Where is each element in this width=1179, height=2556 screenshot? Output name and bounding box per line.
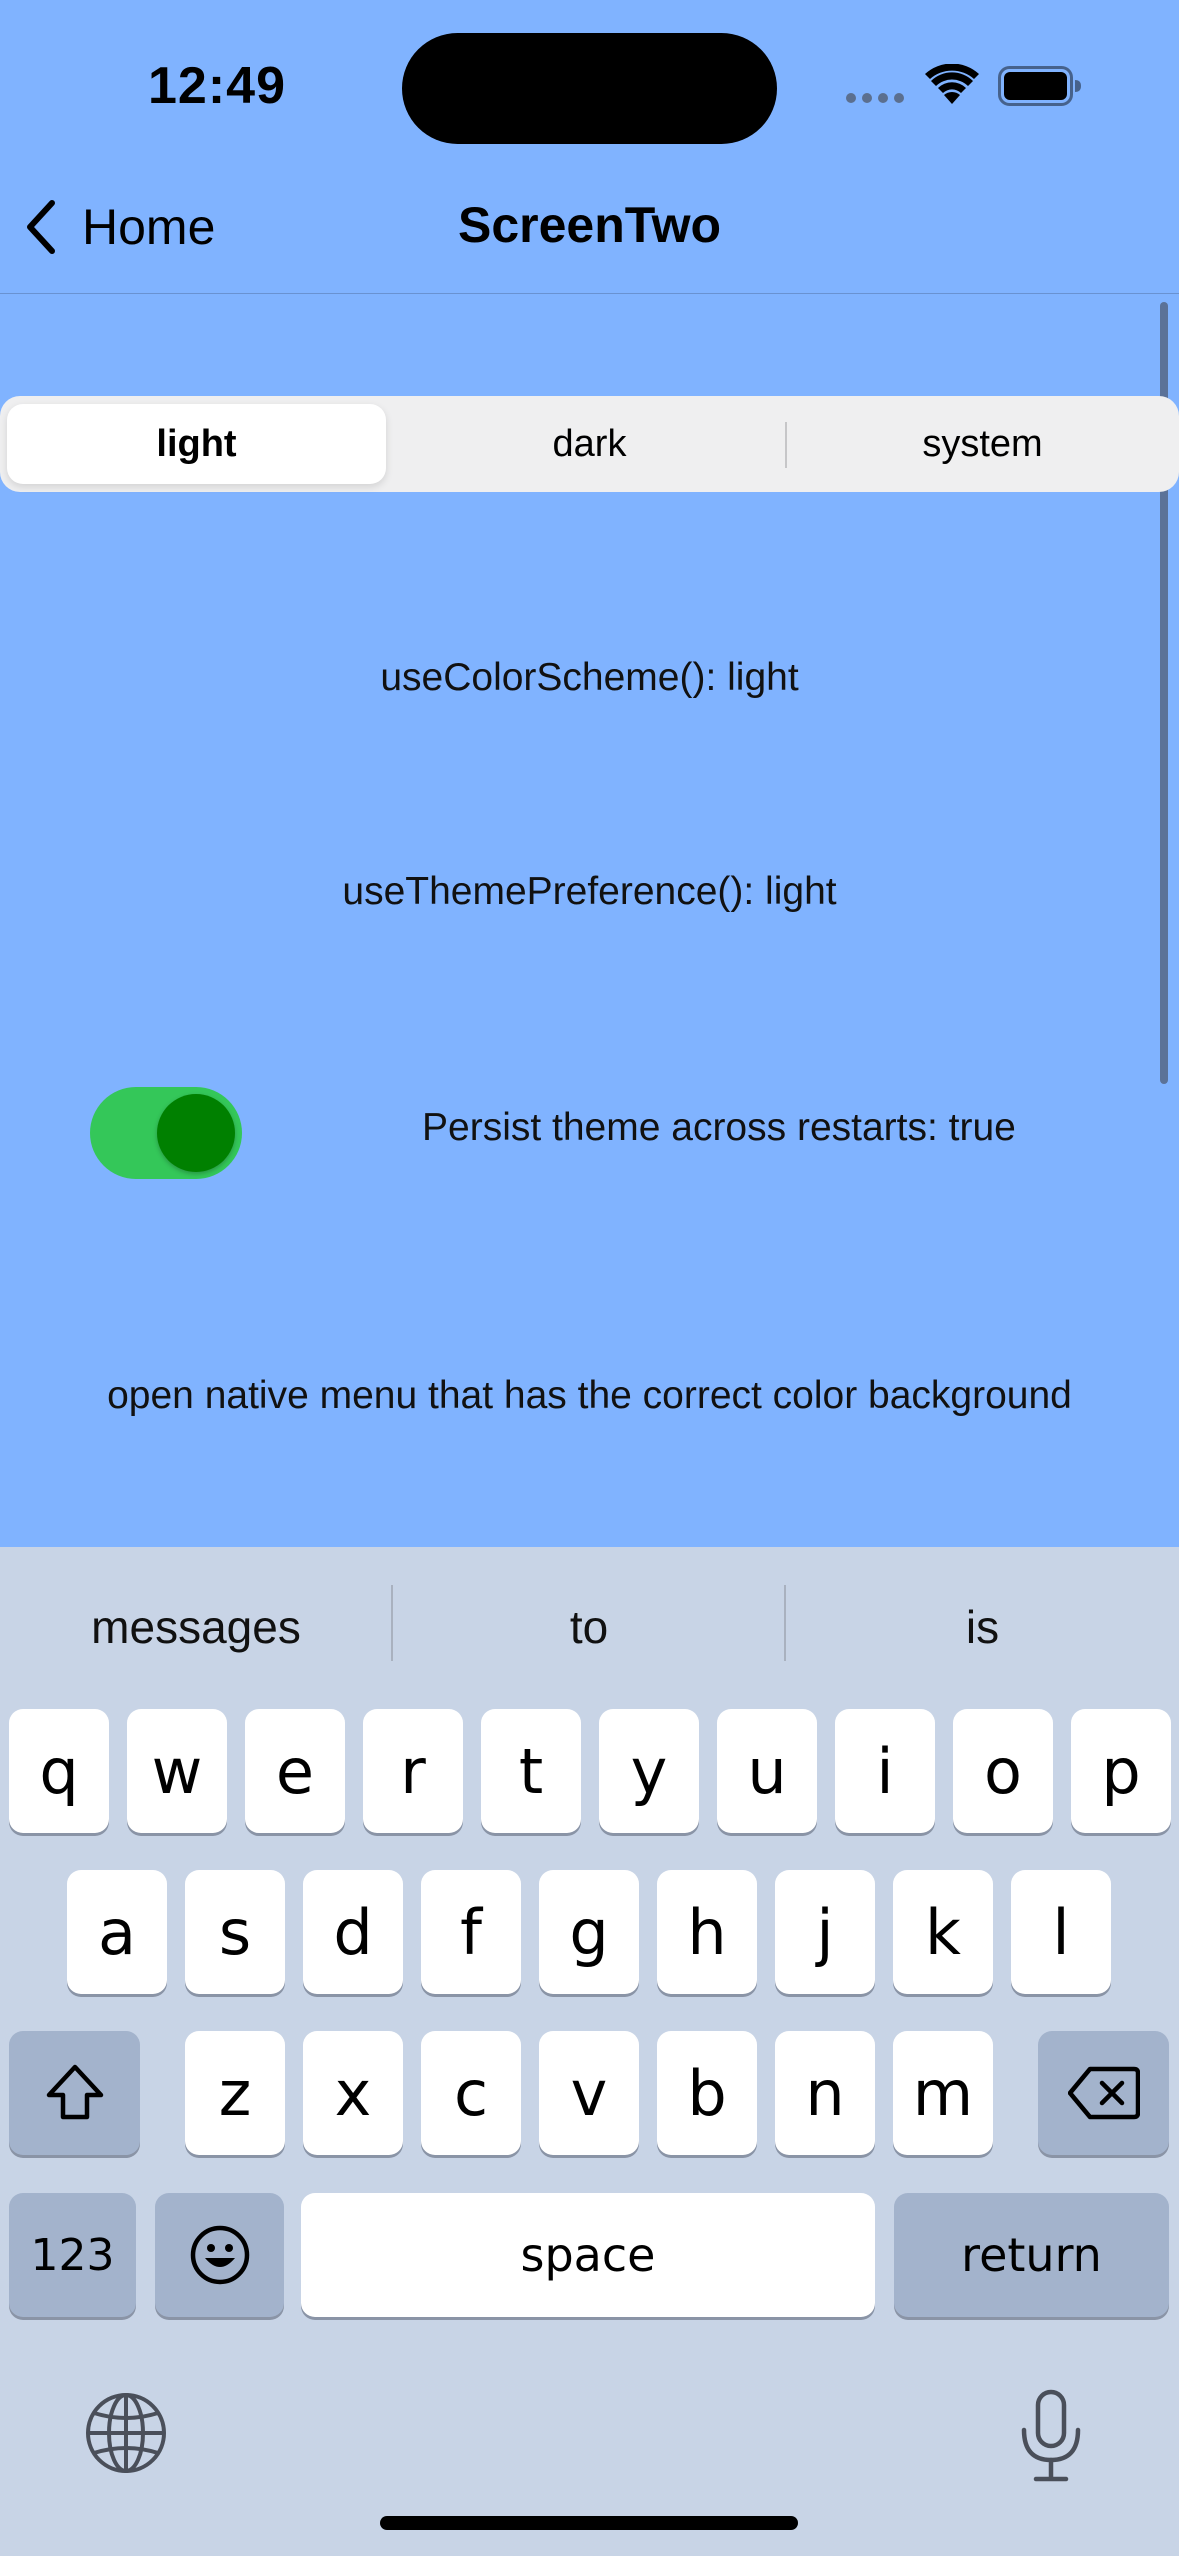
key-d[interactable]: d [303, 1870, 403, 1994]
shift-key[interactable] [9, 2031, 140, 2155]
key-a[interactable]: a [67, 1870, 167, 1994]
key-o[interactable]: o [953, 1709, 1053, 1833]
wifi-icon [925, 64, 979, 104]
key-n[interactable]: n [775, 2031, 875, 2155]
key-z[interactable]: z [185, 2031, 285, 2155]
backspace-icon [1067, 2066, 1140, 2120]
segment-system[interactable]: system [786, 396, 1179, 492]
numbers-key[interactable]: 123 [9, 2193, 136, 2317]
space-key[interactable]: space [301, 2193, 875, 2317]
suggestion-to[interactable]: to [393, 1587, 785, 1667]
nav-divider [0, 293, 1179, 294]
segment-dark[interactable]: dark [393, 396, 786, 492]
segment-light[interactable]: light [7, 404, 386, 484]
key-h[interactable]: h [657, 1870, 757, 1994]
globe-icon[interactable] [84, 2391, 168, 2475]
persist-theme-label: Persist theme across restarts: true [422, 1106, 1016, 1149]
key-y[interactable]: y [599, 1709, 699, 1833]
key-x[interactable]: x [303, 2031, 403, 2155]
suggestion-messages[interactable]: messages [0, 1587, 392, 1667]
page-title: ScreenTwo [457, 197, 722, 253]
home-indicator[interactable] [380, 2516, 798, 2530]
theme-segmented-control: light dark system [0, 396, 1179, 492]
emoji-key[interactable] [155, 2193, 284, 2317]
key-r[interactable]: r [363, 1709, 463, 1833]
key-m[interactable]: m [893, 2031, 993, 2155]
emoji-icon [190, 2225, 249, 2285]
key-e[interactable]: e [245, 1709, 345, 1833]
theme-preference-text: useThemePreference(): light [342, 870, 837, 913]
key-i[interactable]: i [835, 1709, 935, 1833]
key-u[interactable]: u [717, 1709, 817, 1833]
dynamic-island [402, 33, 777, 144]
key-f[interactable]: f [421, 1870, 521, 1994]
key-v[interactable]: v [539, 2031, 639, 2155]
suggestion-is[interactable]: is [786, 1587, 1179, 1667]
backspace-key[interactable] [1038, 2031, 1169, 2155]
key-q[interactable]: q [9, 1709, 109, 1833]
key-s[interactable]: s [185, 1870, 285, 1994]
open-native-menu-button[interactable]: open native menu that has the correct co… [0, 1374, 1179, 1418]
toggle-knob [157, 1094, 235, 1172]
key-k[interactable]: k [893, 1870, 993, 1994]
status-time: 12:49 [148, 57, 286, 115]
color-scheme-text: useColorScheme(): light [380, 656, 799, 699]
battery-icon [998, 66, 1081, 106]
signal-dots-icon [846, 93, 904, 103]
key-c[interactable]: c [421, 2031, 521, 2155]
key-g[interactable]: g [539, 1870, 639, 1994]
key-t[interactable]: t [481, 1709, 581, 1833]
key-l[interactable]: l [1011, 1870, 1111, 1994]
keyboard: messages to is q w e r t y u i o p a s d… [0, 1547, 1179, 2556]
return-key[interactable]: return [894, 2193, 1169, 2317]
key-j[interactable]: j [775, 1870, 875, 1994]
persist-theme-toggle[interactable] [90, 1087, 242, 1179]
shift-icon [46, 2064, 103, 2120]
microphone-icon[interactable] [1018, 2388, 1084, 2484]
key-b[interactable]: b [657, 2031, 757, 2155]
key-p[interactable]: p [1071, 1709, 1171, 1833]
key-w[interactable]: w [127, 1709, 227, 1833]
